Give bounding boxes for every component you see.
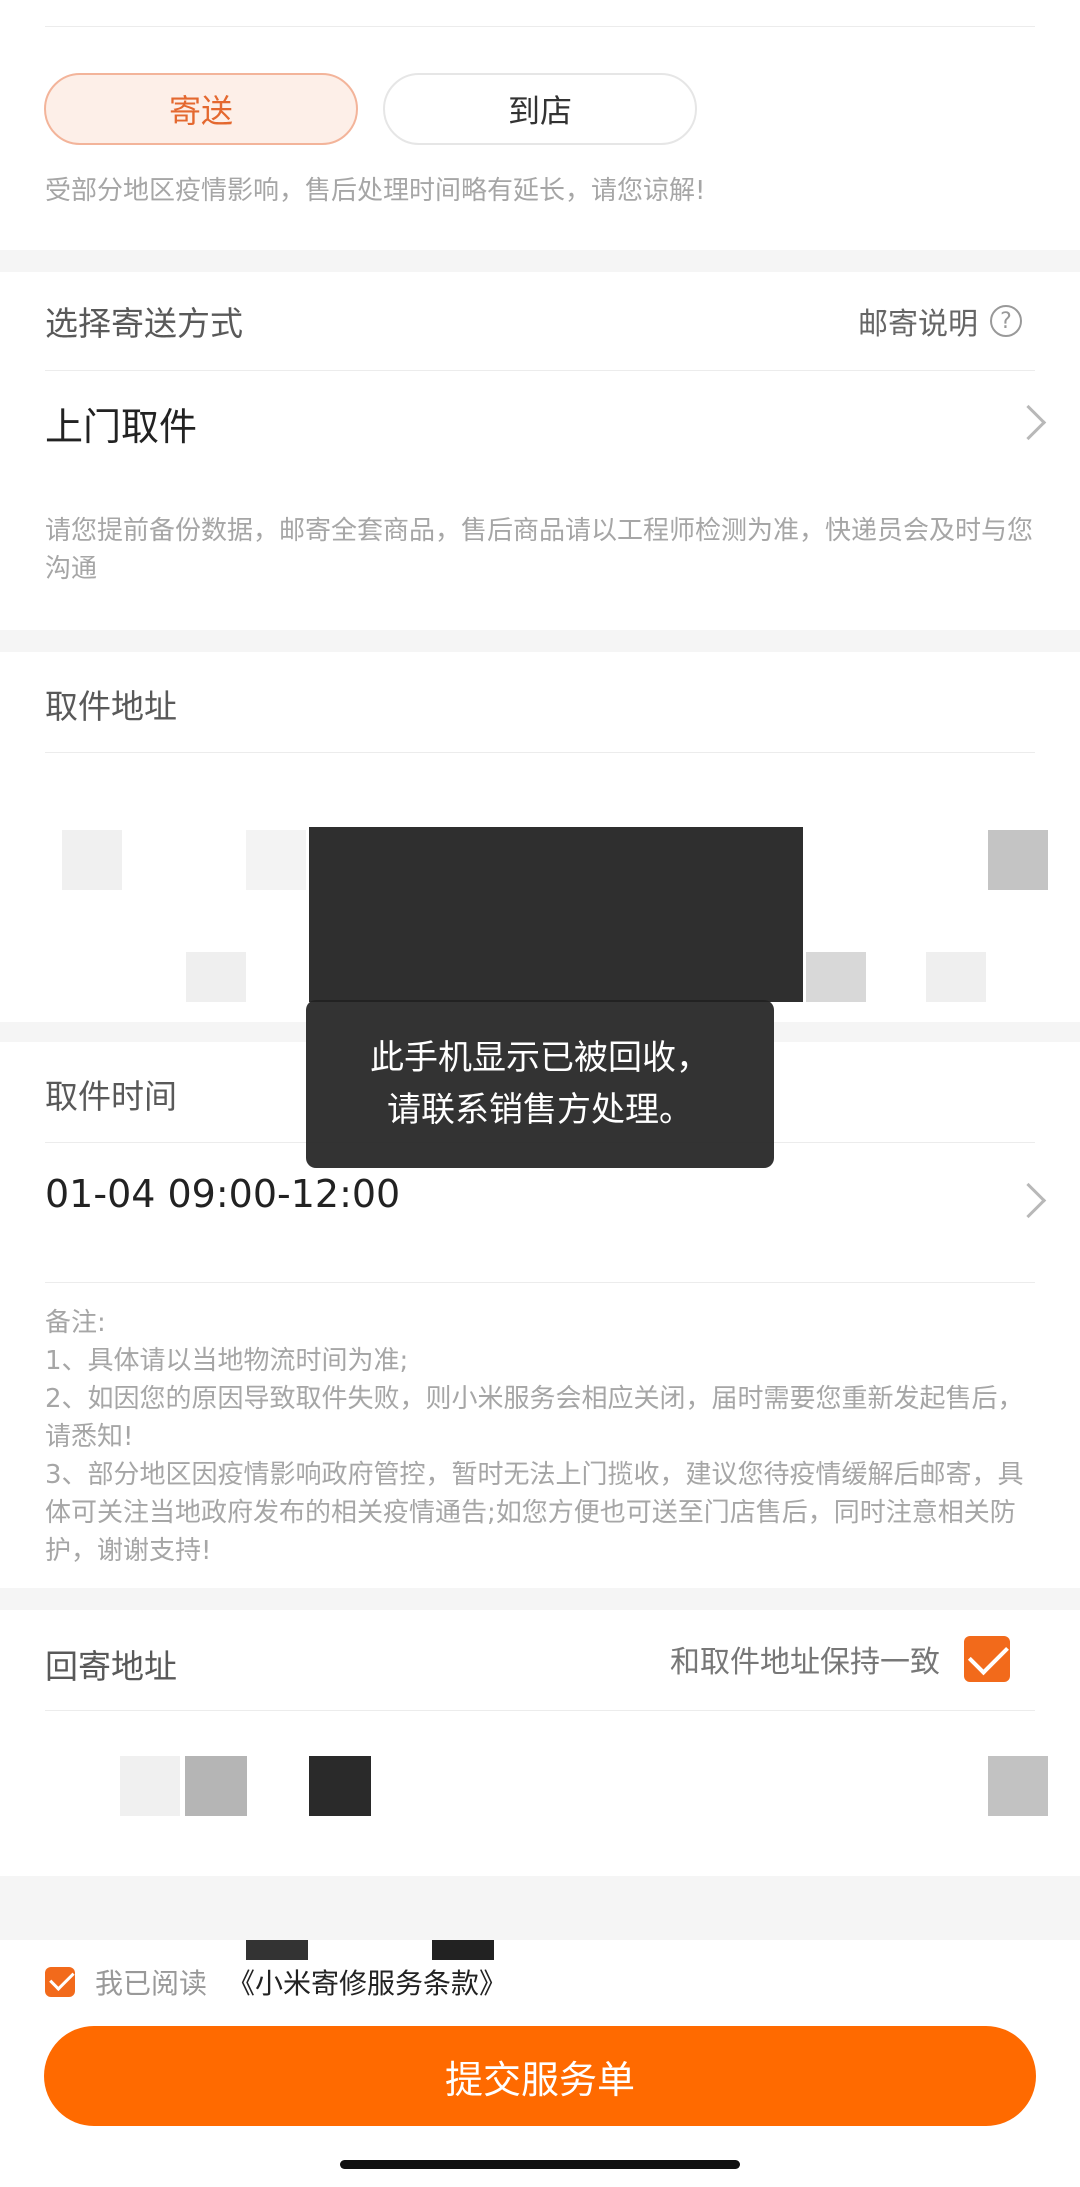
shipping-help-label: 邮寄说明	[858, 307, 978, 342]
redacted-block	[926, 952, 986, 1002]
redacted-block	[988, 830, 1048, 890]
return-address-label: 回寄地址	[45, 1647, 177, 1686]
agreement-checkbox[interactable]	[45, 1965, 75, 1997]
return-address-card: 回寄地址 和取件地址保持一致	[0, 1610, 1080, 1876]
check-icon	[48, 1965, 75, 1991]
redacted-block	[186, 952, 246, 1002]
redacted-block	[988, 1756, 1048, 1816]
shipping-method-row[interactable]: 上门取件	[0, 372, 1080, 472]
shipping-help-link[interactable]: 邮寄说明 ?	[858, 299, 1022, 343]
ship-mode-button[interactable]: 寄送	[44, 73, 358, 145]
agreement-prefix: 我已阅读	[95, 1967, 208, 2000]
toast-line-1: 此手机显示已被回收，	[370, 1038, 710, 1078]
redacted-block	[62, 830, 122, 890]
chevron-right-icon	[1010, 1182, 1047, 1219]
shipping-section-label: 选择寄送方式	[45, 304, 243, 343]
question-circle-icon: ?	[990, 305, 1022, 337]
same-address-checkbox[interactable]	[964, 1634, 1010, 1682]
notes-title: 备注:	[45, 1308, 106, 1338]
notes-line-2: 2、如因您的原因导致取件失败，则小米服务会相应关闭，届时需要您重新发起售后，请悉…	[45, 1384, 1024, 1452]
shipping-tip: 请您提前备份数据，邮寄全套商品，售后商品请以工程师检测为准，快递员会及时与您沟通	[45, 516, 1034, 584]
redacted-block	[120, 1756, 180, 1816]
pickup-time-bottom-divider	[45, 1282, 1035, 1283]
shipping-method-value: 上门取件	[45, 405, 198, 449]
same-address-toggle[interactable]: 和取件地址保持一致	[670, 1634, 1010, 1684]
store-mode-button[interactable]: 到店	[383, 73, 697, 145]
pickup-address-divider	[45, 752, 1035, 753]
redacted-block	[246, 1940, 308, 1960]
chevron-right-icon	[1010, 404, 1047, 441]
redacted-overlay	[309, 827, 803, 1002]
redacted-block	[432, 1940, 494, 1960]
redacted-block	[309, 1756, 371, 1816]
pickup-address-label: 取件地址	[45, 687, 177, 726]
agreement-terms-link[interactable]: 《小米寄修服务条款》	[227, 1962, 507, 2002]
toast-line-2: 请联系销售方处理。	[387, 1090, 693, 1130]
check-icon	[967, 1634, 1009, 1676]
redacted-block	[246, 830, 306, 890]
shipping-divider	[45, 370, 1035, 371]
home-indicator	[340, 2160, 740, 2169]
redacted-block	[806, 952, 866, 1002]
notes-line-3: 3、部分地区因疫情影响政府管控，暂时无法上门揽收，建议您待疫情缓解后邮寄，具体可…	[45, 1460, 1024, 1566]
same-address-label: 和取件地址保持一致	[670, 1645, 940, 1680]
notes-card: 备注: 1、具体请以当地物流时间为准; 2、如因您的原因导致取件失败，则小米服务…	[0, 1284, 1080, 1588]
shipping-method-card: 选择寄送方式 邮寄说明 ? 上门取件 请您提前备份数据，邮寄全套商品，售后商品请…	[0, 272, 1080, 630]
pickup-time-value: 01-04 09:00-12:00	[45, 1172, 401, 1216]
redacted-block	[185, 1756, 247, 1816]
service-mode-card: 寄送 到店 受部分地区疫情影响，售后处理时间略有延长，请您谅解!	[0, 0, 1080, 250]
submit-button[interactable]: 提交服务单	[44, 2026, 1036, 2126]
top-divider	[45, 26, 1035, 27]
agreement-row: 我已阅读 《小米寄修服务条款》	[45, 1962, 507, 2002]
return-address-divider	[45, 1710, 1035, 1711]
pickup-time-label: 取件时间	[45, 1077, 177, 1116]
notes-line-1: 1、具体请以当地物流时间为准;	[45, 1346, 409, 1376]
toast-message: 此手机显示已被回收， 请联系销售方处理。	[306, 1000, 774, 1168]
service-notice: 受部分地区疫情影响，售后处理时间略有延长，请您谅解!	[45, 176, 706, 206]
